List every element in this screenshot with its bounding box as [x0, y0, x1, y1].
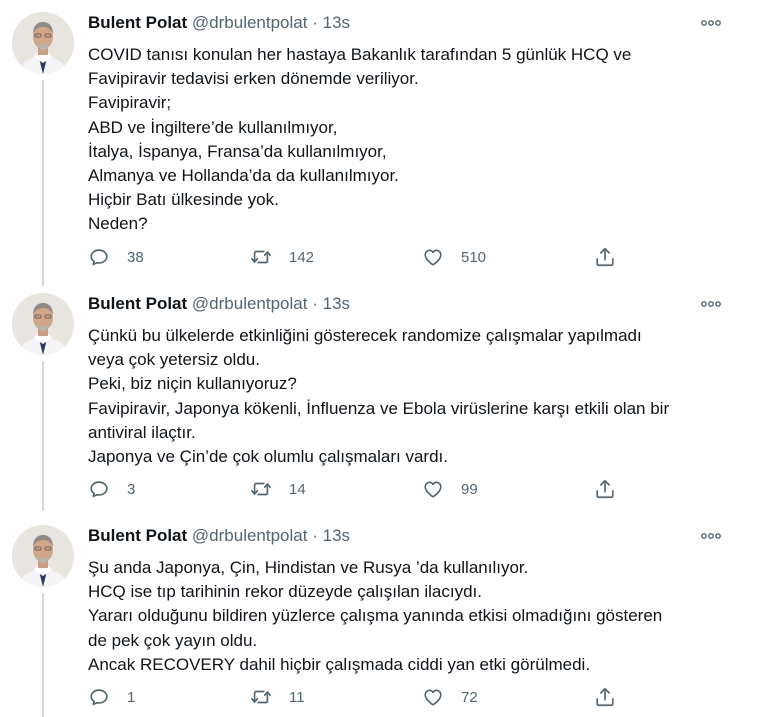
reply-button[interactable]: 1 [88, 685, 135, 709]
tweet-text-line: Hiçbir Batı ülkesinde yok. [88, 190, 279, 210]
more-horizontal-icon[interactable] [700, 295, 722, 313]
tweet-header: Bulent Polat @drbulentpolat · 13s [88, 525, 350, 547]
tweet-text-line: Neden? [88, 214, 148, 234]
tweet-header: Bulent Polat @drbulentpolat · 13s [88, 293, 350, 315]
tweet-text-line: Yararı olduğunu bildiren yüzlerce çalışm… [88, 606, 663, 626]
tweet-text-line: Şu anda Japonya, Çin, Hindistan ve Rusya… [88, 558, 529, 577]
retweet-button[interactable]: 14 [250, 477, 306, 501]
like-count: 72 [461, 688, 478, 706]
share-icon [594, 246, 616, 268]
author-name[interactable]: Bulent Polat [88, 294, 187, 313]
tweet-text-line: Favipiravir tedavisi erken dönemde veril… [88, 69, 419, 89]
like-button[interactable]: 72 [422, 685, 478, 709]
reply-icon [88, 686, 110, 708]
tweet-actions: 38 142 510 [88, 245, 628, 269]
thread-connector-line [42, 80, 44, 286]
retweet-count: 11 [289, 688, 305, 706]
retweet-button[interactable]: 11 [250, 685, 305, 709]
timestamp[interactable]: 13s [323, 526, 350, 545]
tweet-text-line: Japonya ve Çin’de çok olumlu çalışmaları… [88, 447, 448, 467]
tweet-text-line: antiviral ilaçtır. [88, 422, 196, 442]
more-horizontal-icon[interactable] [700, 14, 722, 32]
tweet-text-line: Peki, biz niçin kullanıyoruz? [88, 374, 297, 394]
like-count: 99 [461, 480, 478, 498]
share-button[interactable] [594, 477, 616, 501]
tweet-text-line: veya çok yetersiz oldu. [88, 350, 260, 370]
reply-button[interactable]: 38 [88, 245, 144, 269]
heart-icon [422, 478, 444, 500]
heart-icon [422, 246, 444, 268]
tweet-text: COVID tanısı konulan her hastaya Bakanlı… [88, 43, 728, 237]
retweet-icon [250, 246, 272, 268]
tweet-text-line: COVID tanısı konulan her hastaya Bakanlı… [88, 45, 632, 64]
tweet-text-line: ABD ve İngiltere’de kullanılmıyor, [88, 117, 338, 137]
like-count: 510 [461, 248, 487, 266]
reply-count: 3 [127, 480, 136, 498]
avatar[interactable] [12, 293, 74, 355]
tweet-text: Şu anda Japonya, Çin, Hindistan ve Rusya… [88, 556, 728, 677]
thread-connector-line [42, 361, 44, 511]
author-handle[interactable]: @drbulentpolat [192, 13, 308, 32]
timestamp[interactable]: 13s [323, 13, 350, 32]
share-button[interactable] [594, 685, 616, 709]
tweet[interactable]: Bulent Polat @drbulentpolat · 13s COVID … [0, 0, 771, 290]
avatar[interactable] [12, 525, 74, 587]
reply-button[interactable]: 3 [88, 477, 135, 501]
reply-count: 1 [127, 688, 136, 706]
retweet-count: 142 [289, 248, 315, 266]
tweet-actions: 1 11 72 [88, 685, 628, 709]
separator-dot: · [312, 13, 318, 32]
tweet-text-line: HCQ ise tıp tarihinin rekor düzeyde çalı… [88, 582, 483, 602]
retweet-button[interactable]: 142 [250, 245, 314, 269]
timestamp[interactable]: 13s [323, 294, 350, 313]
tweet[interactable]: Bulent Polat @drbulentpolat · 13s Çünkü … [0, 281, 771, 515]
tweet-text-line: İtalya, İspanya, Fransa’da kullanılmıyor… [88, 141, 387, 161]
tweet-text: Çünkü bu ülkelerde etkinliğini gösterece… [88, 324, 728, 469]
tweet-text-line: Favipiravir; [88, 93, 172, 113]
tweet-text-line: Favipiravir, Japonya kökenli, İnfluenza … [88, 398, 670, 418]
avatar[interactable] [12, 12, 74, 74]
share-button[interactable] [594, 245, 616, 269]
like-button[interactable]: 99 [422, 477, 478, 501]
author-name[interactable]: Bulent Polat [88, 13, 187, 32]
retweet-count: 14 [289, 480, 306, 498]
tweet[interactable]: Bulent Polat @drbulentpolat · 13s Şu and… [0, 513, 771, 717]
retweet-icon [250, 686, 272, 708]
retweet-icon [250, 478, 272, 500]
like-button[interactable]: 510 [422, 245, 486, 269]
separator-dot: · [312, 294, 318, 313]
reply-icon [88, 478, 110, 500]
tweet-text-line: Çünkü bu ülkelerde etkinliğini gösterece… [88, 326, 642, 345]
tweet-text-line: de pek çok yayın oldu. [88, 630, 258, 650]
share-icon [594, 686, 616, 708]
author-handle[interactable]: @drbulentpolat [192, 294, 308, 313]
tweet-actions: 3 14 99 [88, 477, 628, 501]
tweet-text-line: Ancak RECOVERY dahil hiçbir çalışmada ci… [88, 654, 591, 674]
author-handle[interactable]: @drbulentpolat [192, 526, 308, 545]
reply-icon [88, 246, 110, 268]
heart-icon [422, 686, 444, 708]
tweet-header: Bulent Polat @drbulentpolat · 13s [88, 12, 350, 34]
more-horizontal-icon[interactable] [700, 527, 722, 545]
separator-dot: · [312, 526, 318, 545]
reply-count: 38 [127, 248, 144, 266]
author-name[interactable]: Bulent Polat [88, 526, 187, 545]
share-icon [594, 478, 616, 500]
tweet-text-line: Almanya ve Hollanda’da da kullanılmıyor. [88, 166, 399, 186]
thread-connector-line [42, 593, 44, 717]
